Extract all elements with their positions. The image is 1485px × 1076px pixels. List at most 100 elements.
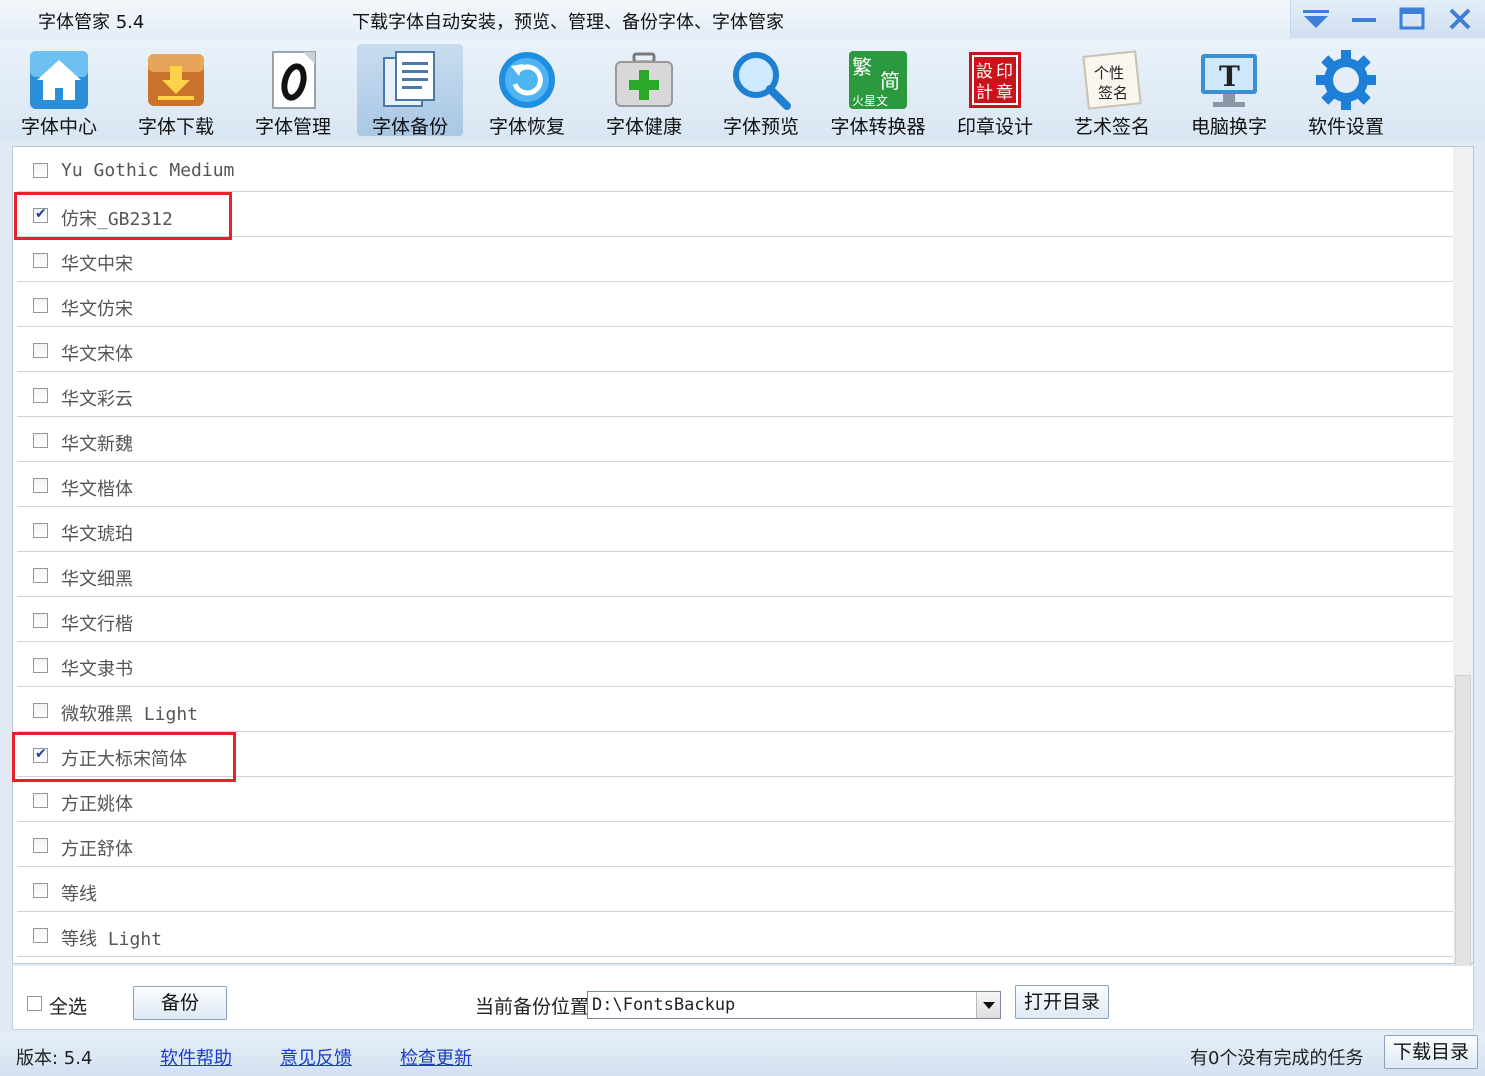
list-item[interactable]: 华文仿宋 <box>17 282 1453 327</box>
list-item[interactable]: 华文楷体 <box>17 462 1453 507</box>
window-controls <box>1290 0 1485 38</box>
main-toolbar: 字体中心 字体下载 字体管理 字体备份 字体恢复 字体健康 字体预览 繁 简 火… <box>0 40 1485 140</box>
signature-icon: 个性 签名 <box>1082 50 1142 110</box>
download-directory-button[interactable]: 下载目录 <box>1384 1035 1478 1069</box>
font-name: 华文彩云 <box>61 389 133 410</box>
font-name: 华文细黑 <box>61 569 133 590</box>
backup-path-value: D:\FontsBackup <box>592 995 736 1015</box>
font-name: 华文宋体 <box>61 344 133 365</box>
font-checkbox[interactable] <box>33 613 48 628</box>
tool-label: 软件设置 <box>1307 116 1384 138</box>
list-item[interactable]: 方正姚体 <box>17 777 1453 822</box>
tool-software-settings[interactable]: 软件设置 <box>1293 44 1399 138</box>
scrollbar-thumb[interactable] <box>1455 675 1471 975</box>
help-link[interactable]: 软件帮助 <box>160 1044 232 1070</box>
backup-path-select[interactable]: D:\FontsBackup <box>587 991 1001 1019</box>
seal-icon-char-1: 設 <box>976 62 993 82</box>
list-item[interactable]: 华文行楷 <box>17 597 1453 642</box>
list-item[interactable]: 华文隶书 <box>17 642 1453 687</box>
tool-font-manage[interactable]: 字体管理 <box>240 44 346 138</box>
tool-font-download[interactable]: 字体下载 <box>123 44 229 138</box>
font-checkbox[interactable] <box>33 433 48 448</box>
tool-font-center[interactable]: 字体中心 <box>6 44 112 138</box>
tool-font-converter[interactable]: 繁 简 火星文 字体转换器 <box>825 44 931 138</box>
font-checkbox[interactable] <box>33 703 48 718</box>
font-checkbox[interactable] <box>33 658 48 673</box>
tool-font-health[interactable]: 字体健康 <box>591 44 697 138</box>
close-button[interactable] <box>1443 6 1477 32</box>
backup-button[interactable]: 备份 <box>133 986 227 1020</box>
list-item[interactable]: 等线 <box>17 867 1453 912</box>
gear-icon <box>1316 50 1376 110</box>
open-directory-button[interactable]: 打开目录 <box>1015 985 1109 1019</box>
maximize-button[interactable] <box>1395 6 1429 32</box>
seal-stamp-icon: 設 印 計 章 <box>969 52 1021 108</box>
list-item[interactable]: 华文新魏 <box>17 417 1453 462</box>
vertical-scrollbar[interactable] <box>1453 147 1473 975</box>
tool-font-backup[interactable]: 字体备份 <box>357 44 463 138</box>
tool-label: 字体转换器 <box>830 116 926 138</box>
list-item[interactable]: 华文中宋 <box>17 237 1453 282</box>
font-checkbox[interactable] <box>33 388 48 403</box>
font-checkbox[interactable] <box>33 478 48 493</box>
font-checkbox[interactable] <box>33 883 48 898</box>
font-checkbox[interactable] <box>33 253 48 268</box>
font-checkbox[interactable] <box>33 163 48 178</box>
list-item[interactable]: 华文细黑 <box>17 552 1453 597</box>
font-name: 华文琥珀 <box>61 524 133 545</box>
converter-icon-mars: 火星文 <box>852 93 888 108</box>
tool-label: 字体健康 <box>605 116 682 138</box>
font-name: 华文行楷 <box>61 614 133 635</box>
chevron-down-icon[interactable] <box>976 992 1000 1018</box>
feedback-link[interactable]: 意见反馈 <box>280 1044 352 1070</box>
tool-label: 印章设计 <box>956 116 1033 138</box>
list-item[interactable]: 等线 Light <box>17 912 1453 957</box>
converter-icon-trad: 繁 <box>852 55 872 79</box>
font-checkbox[interactable] <box>33 298 48 313</box>
font-list-panel: Yu Gothic Medium 仿宋_GB2312 华文中宋华文仿宋华文宋体华文彩… <box>12 146 1474 975</box>
font-name: 华文新魏 <box>61 434 133 455</box>
restore-arrow-icon <box>499 52 555 108</box>
font-checkbox[interactable] <box>33 568 48 583</box>
tool-seal-design[interactable]: 設 印 計 章 印章设计 <box>942 44 1048 138</box>
tool-font-restore[interactable]: 字体恢复 <box>474 44 580 138</box>
list-item[interactable]: 华文彩云 <box>17 372 1453 417</box>
backup-controls: 全选 备份 当前备份位置 D:\FontsBackup 打开目录 <box>12 966 1474 1030</box>
tool-pc-font-replace[interactable]: T 电脑换字 <box>1176 44 1282 138</box>
tool-art-signature[interactable]: 个性 签名 艺术签名 <box>1059 44 1165 138</box>
font-checkbox[interactable] <box>33 928 48 943</box>
list-item[interactable]: 华文宋体 <box>17 327 1453 372</box>
seal-icon-char-2: 印 <box>996 62 1013 82</box>
select-all-label: 全选 <box>49 996 88 1018</box>
font-name: 华文中宋 <box>61 254 133 275</box>
font-checkbox[interactable] <box>33 793 48 808</box>
medical-kit-icon <box>615 52 673 107</box>
select-all-checkbox[interactable] <box>27 996 42 1011</box>
seal-icon-char-4: 章 <box>996 83 1013 103</box>
highlight-box-fangsong <box>14 192 232 240</box>
list-item[interactable]: Yu Gothic Medium <box>17 147 1453 192</box>
signature-icon-line-1: 个性 <box>1094 64 1124 82</box>
list-item[interactable]: 华文琥珀 <box>17 507 1453 552</box>
app-title: 字体管家 5.4 <box>38 12 145 33</box>
chevron-down-icon <box>1303 10 1329 28</box>
font-checkbox[interactable] <box>33 838 48 853</box>
dropdown-menu-button[interactable] <box>1299 6 1333 32</box>
tool-font-preview[interactable]: 字体预览 <box>708 44 814 138</box>
tool-label: 字体恢复 <box>488 116 565 138</box>
list-item[interactable]: 方正舒体 <box>17 822 1453 867</box>
tool-label: 字体预览 <box>722 116 799 138</box>
minimize-button[interactable] <box>1347 6 1381 32</box>
font-name: 微软雅黑 Light <box>61 704 199 725</box>
font-checkbox[interactable] <box>33 343 48 358</box>
list-item[interactable]: 微软雅黑 Light <box>17 687 1453 732</box>
check-update-link[interactable]: 检查更新 <box>400 1044 472 1070</box>
font-checkbox[interactable] <box>33 523 48 538</box>
tool-label: 电脑换字 <box>1190 116 1267 138</box>
list-item[interactable]: 仿宋_GB2312 <box>17 192 1453 237</box>
status-bar: 版本: 5.4 软件帮助 意见反馈 检查更新 有0个没有完成的任务 下载目录 <box>0 1032 1485 1076</box>
tool-label: 字体备份 <box>371 116 448 138</box>
maximize-icon <box>1399 7 1425 30</box>
font-name: 华文仿宋 <box>61 299 133 320</box>
font-name: Yu Gothic Medium <box>61 160 235 181</box>
